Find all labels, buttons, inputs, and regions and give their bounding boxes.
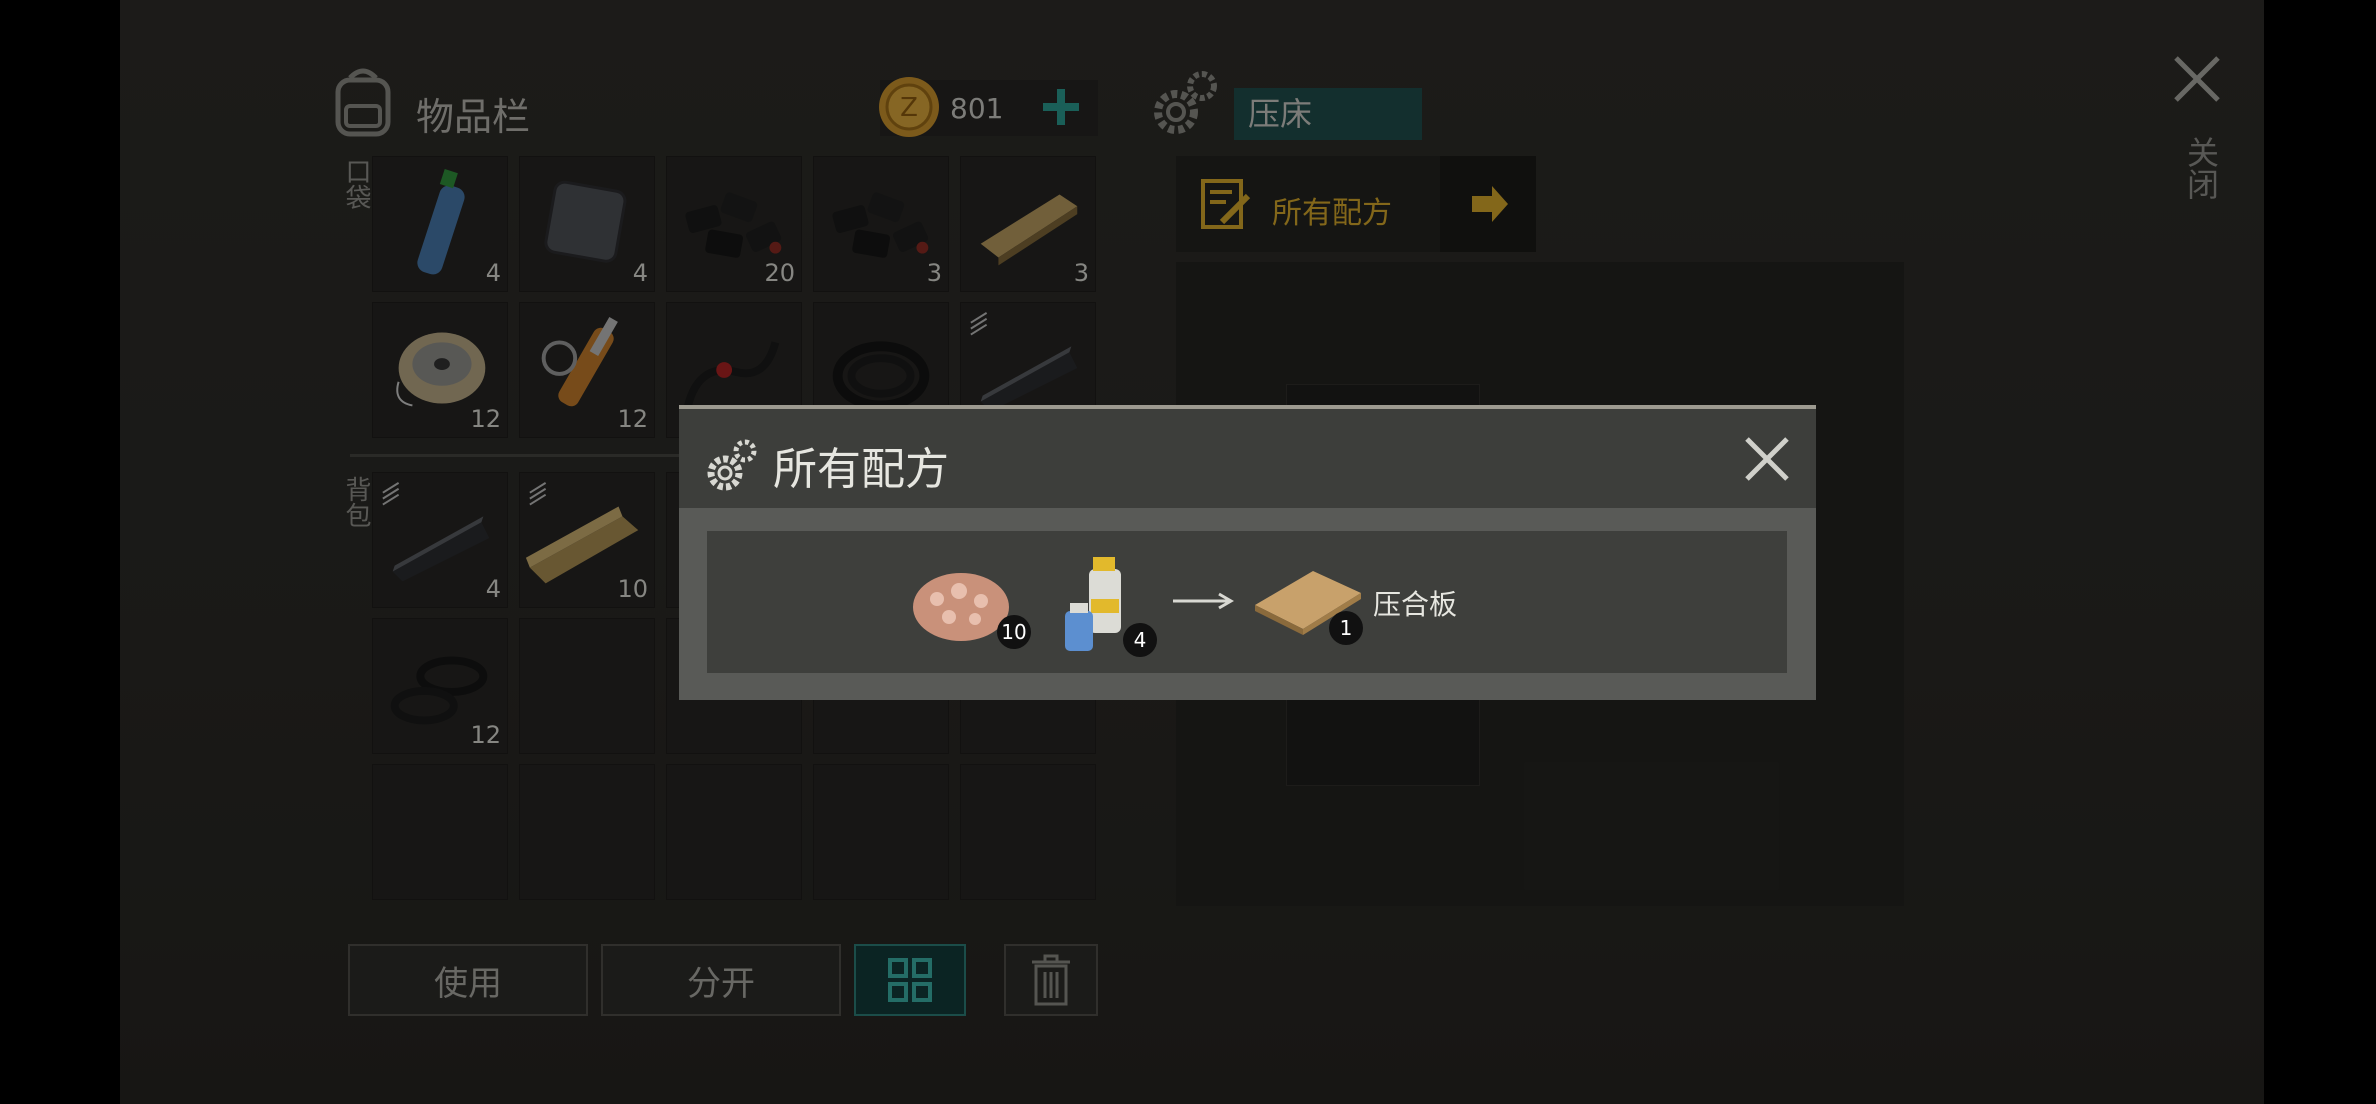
output-count-badge: 1	[1329, 611, 1363, 645]
resin-bottles-icon	[1065, 557, 1121, 651]
modal-title: 所有配方	[773, 444, 949, 495]
input-count-badge: 4	[1123, 623, 1157, 657]
output-item-name: 压合板	[1373, 588, 1458, 621]
modal-close-icon[interactable]	[1743, 435, 1791, 483]
modal-header: 所有配方	[679, 405, 1816, 508]
recipes-modal: 所有配方 10 4 1 压合板	[679, 405, 1816, 700]
recipe-row[interactable]: 10 4 1 压合板	[707, 531, 1787, 673]
gears-icon	[707, 439, 757, 491]
input-count-badge: 10	[997, 615, 1031, 649]
arrow-right-icon	[1173, 592, 1234, 610]
